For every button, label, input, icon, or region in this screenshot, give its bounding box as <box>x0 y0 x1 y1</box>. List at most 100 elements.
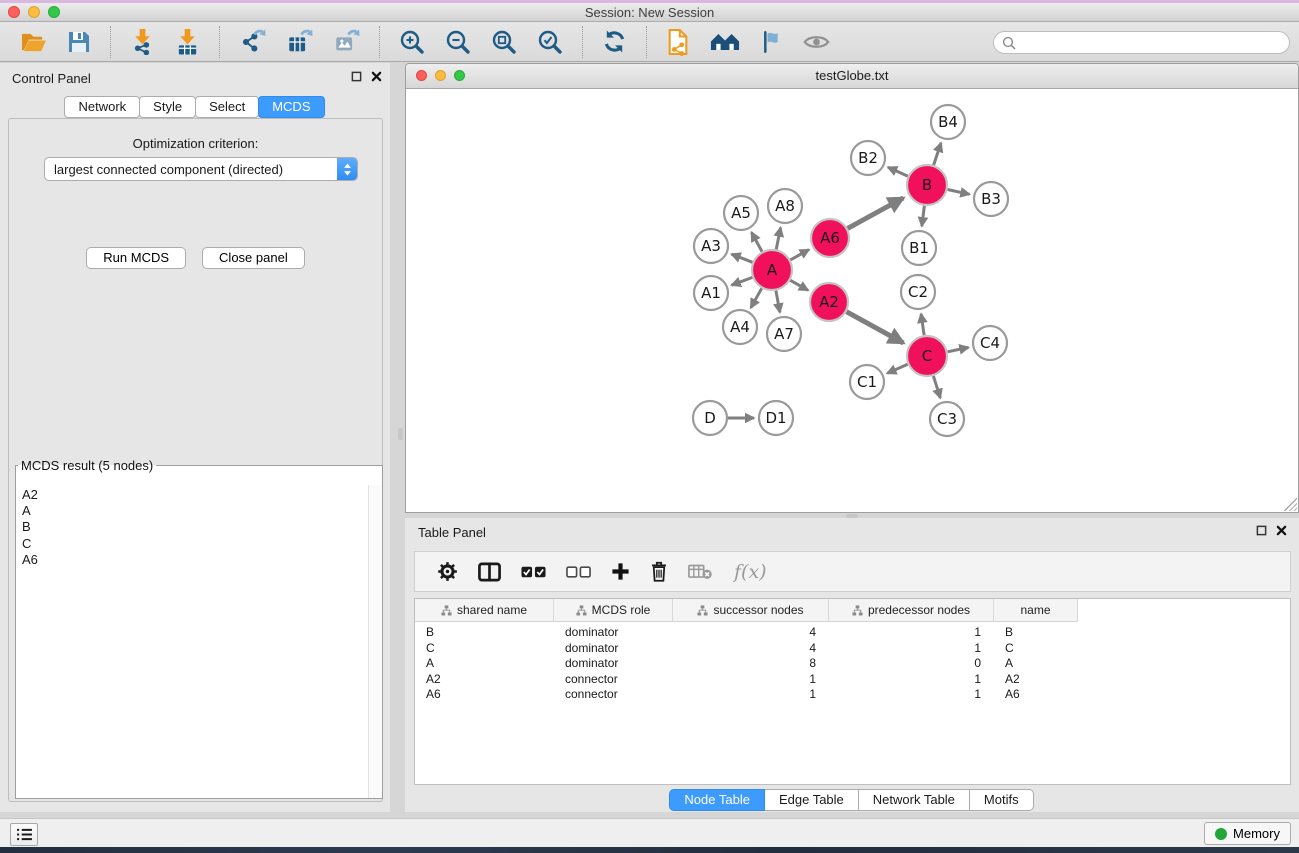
tab-style[interactable]: Style <box>139 96 196 118</box>
export-image-button[interactable] <box>327 27 366 57</box>
hide-graphics-details-button[interactable] <box>754 28 789 56</box>
graph-node-label-B2: B2 <box>858 149 878 167</box>
result-item[interactable]: C <box>22 536 368 552</box>
vertical-splitter-handle[interactable] <box>398 428 403 440</box>
graph-edge-A-A1[interactable] <box>732 277 753 285</box>
column-header-name[interactable]: name <box>994 599 1078 622</box>
export-table-button[interactable] <box>280 27 319 57</box>
checked-boxes-icon <box>521 566 546 578</box>
result-item[interactable]: A6 <box>22 552 368 568</box>
column-header-shared-name[interactable]: shared name <box>415 599 554 622</box>
toolbar-separator <box>219 26 220 58</box>
tab-motifs[interactable]: Motifs <box>969 789 1034 811</box>
zoom-out-icon <box>445 29 471 55</box>
graph-edge-A-A3[interactable] <box>732 254 753 262</box>
column-header-predecessor-nodes[interactable]: predecessor nodes <box>829 599 994 622</box>
zoom-fit-button[interactable] <box>485 27 523 57</box>
zoom-selected-button[interactable] <box>531 27 569 57</box>
graph-edge-A-A2[interactable] <box>790 280 808 290</box>
network-file-icon <box>666 28 690 56</box>
add-column-button[interactable] <box>611 562 630 581</box>
delete-table-button[interactable] <box>688 563 712 580</box>
graph-node-label-B4: B4 <box>938 113 958 131</box>
graph-edge-C-C1[interactable] <box>887 364 908 373</box>
refresh-layout-button[interactable] <box>596 27 633 56</box>
graph-node-label-A7: A7 <box>774 325 794 343</box>
hierarchy-icon <box>697 605 708 616</box>
close-panel-icon[interactable] <box>371 71 382 82</box>
column-header-successor-nodes[interactable]: successor nodes <box>673 599 829 622</box>
show-column-button[interactable] <box>478 562 501 582</box>
import-table-button[interactable] <box>169 26 206 57</box>
table-row[interactable]: A6 connector 1 1 A6 <box>415 687 1290 703</box>
result-scrollbar[interactable] <box>368 485 382 798</box>
close-table-panel-icon[interactable] <box>1276 525 1287 536</box>
select-all-button[interactable] <box>521 566 546 578</box>
graph-edge-B-B2[interactable] <box>888 167 908 176</box>
plus-icon <box>611 562 630 581</box>
table-row[interactable]: A2 connector 1 1 A2 <box>415 672 1290 688</box>
graph-edge-B-B4[interactable] <box>934 143 941 165</box>
tab-node-table[interactable]: Node Table <box>669 789 765 811</box>
table-settings-button[interactable] <box>437 561 458 582</box>
zoom-in-button[interactable] <box>393 27 431 57</box>
table-row[interactable]: A dominator 8 0 A <box>415 656 1290 672</box>
tab-mcds[interactable]: MCDS <box>258 96 324 118</box>
eye-icon <box>803 33 830 51</box>
float-table-panel-icon[interactable] <box>1256 525 1267 536</box>
graph-edge-C-C3[interactable] <box>933 376 940 398</box>
criterion-dropdown[interactable]: largest connected component (directed) <box>44 157 358 181</box>
toolbar-separator <box>582 26 583 58</box>
table-row[interactable]: C dominator 4 1 C <box>415 641 1290 657</box>
save-session-button[interactable] <box>61 28 97 56</box>
column-header-mcds-role[interactable]: MCDS role <box>554 599 673 622</box>
memory-button[interactable]: Memory <box>1204 822 1291 845</box>
result-item[interactable]: B <box>22 519 368 535</box>
table-header-row: shared name MCDS role successor nodes pr… <box>415 599 1290 622</box>
run-mcds-button[interactable]: Run MCDS <box>86 247 186 269</box>
hierarchy-icon <box>576 605 587 616</box>
network-from-file-button[interactable] <box>660 26 696 58</box>
graph-edge-A6-B[interactable] <box>848 198 904 229</box>
graph-edge-B-B3[interactable] <box>948 190 970 195</box>
graph-edge-A-A8[interactable] <box>776 228 780 250</box>
tab-select[interactable]: Select <box>195 96 259 118</box>
graph-edge-C-C4[interactable] <box>948 347 969 351</box>
graph-edge-C-C2[interactable] <box>921 314 924 335</box>
graph-node-label-A3: A3 <box>701 237 721 255</box>
network-graph[interactable]: AA6A2BCA5A8A3A1A4A7B2B4B3B1C2C4C1C3DD1 <box>406 89 1298 512</box>
function-builder-button[interactable]: f(x) <box>734 561 767 583</box>
zoom-out-button[interactable] <box>439 27 477 57</box>
search-input[interactable] <box>1021 35 1281 50</box>
dropdown-stepper-icon <box>337 157 357 181</box>
resize-grip-icon[interactable] <box>1284 498 1297 511</box>
float-panel-icon[interactable] <box>351 71 362 82</box>
mcds-result-title: MCDS result (5 nodes) <box>18 458 156 473</box>
graph-edge-A2-C[interactable] <box>847 312 904 343</box>
import-network-button[interactable] <box>124 26 161 57</box>
result-item[interactable]: A <box>22 503 368 519</box>
export-network-button[interactable] <box>233 27 272 57</box>
deselect-all-button[interactable] <box>566 566 591 578</box>
task-history-button[interactable] <box>10 823 38 846</box>
list-icon <box>16 828 33 841</box>
show-graphics-details-button[interactable] <box>797 31 836 53</box>
tab-network-table[interactable]: Network Table <box>858 789 970 811</box>
graph-node-label-B3: B3 <box>981 190 1001 208</box>
result-item[interactable]: A2 <box>22 487 368 503</box>
graph-edge-A-A4[interactable] <box>751 288 762 308</box>
delete-columns-button[interactable] <box>650 561 668 582</box>
graph-node-label-A1: A1 <box>701 284 721 302</box>
table-row[interactable]: B dominator 4 1 B <box>415 625 1290 641</box>
close-panel-button[interactable]: Close panel <box>202 247 305 269</box>
graph-edge-B-B1[interactable] <box>922 206 925 226</box>
graph-edge-A-A7[interactable] <box>776 291 780 313</box>
graph-edge-A-A5[interactable] <box>752 232 763 251</box>
tab-edge-table[interactable]: Edge Table <box>764 789 859 811</box>
graph-edge-A-A6[interactable] <box>790 250 809 260</box>
unchecked-boxes-icon <box>566 566 591 578</box>
network-canvas[interactable]: AA6A2BCA5A8A3A1A4A7B2B4B3B1C2C4C1C3DD1 <box>406 89 1298 512</box>
home-view-button[interactable] <box>704 28 746 55</box>
open-session-button[interactable] <box>14 28 53 56</box>
tab-network[interactable]: Network <box>64 96 140 118</box>
